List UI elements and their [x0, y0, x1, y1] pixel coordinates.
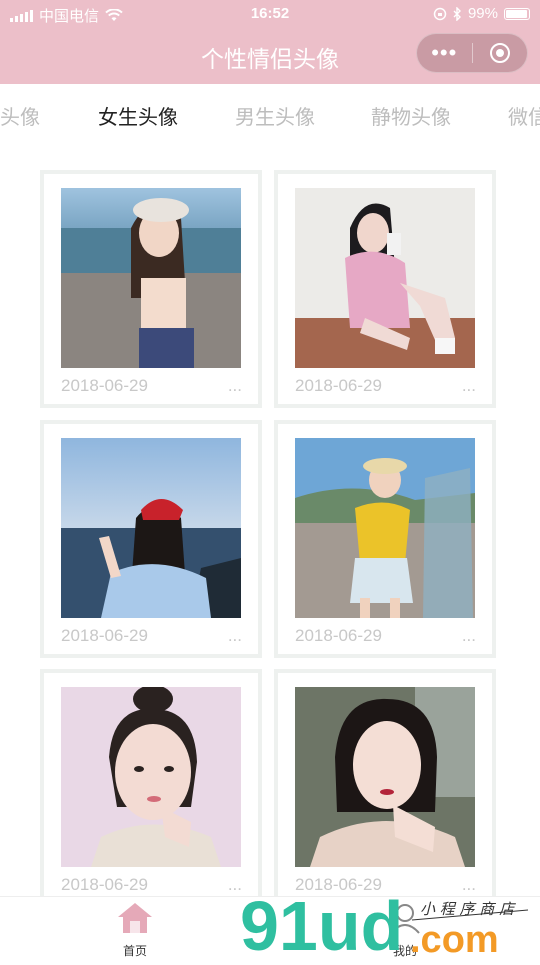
more-options-button[interactable]: ...: [462, 376, 476, 396]
avatar-photo[interactable]: [61, 687, 241, 867]
avatar-photo[interactable]: [295, 188, 475, 368]
avatar-card[interactable]: 2018-06-29 ...: [40, 170, 262, 408]
home-icon: [118, 903, 152, 933]
tab-boy-avatar[interactable]: 男生头像: [235, 101, 315, 130]
brand-watermark: 91ud .com 小 程 序 商 店: [240, 887, 540, 965]
avatar-photo[interactable]: [61, 438, 241, 618]
tab-still-life-avatar[interactable]: 静物头像: [371, 101, 451, 130]
avatar-photo[interactable]: [61, 188, 241, 368]
more-menu-button[interactable]: •••: [417, 34, 472, 72]
avatar-card[interactable]: 2018-06-29 ...: [40, 420, 262, 658]
battery-percent: 99%: [467, 5, 498, 22]
tab-wechat[interactable]: 微信: [508, 101, 540, 130]
svg-text:.com: .com: [410, 919, 499, 960]
avatar-card[interactable]: 2018-06-29 ...: [274, 170, 496, 408]
svg-text:91ud: 91ud: [240, 890, 403, 960]
target-icon: [489, 43, 510, 63]
more-options-button[interactable]: ...: [228, 626, 242, 646]
orientation-lock-icon: [433, 7, 447, 20]
nav-bar: 个性情侣头像 •••: [0, 28, 540, 84]
post-date: 2018-06-29: [61, 376, 148, 395]
tabbar-home-label: 首页: [122, 944, 147, 958]
tabbar-home[interactable]: 首页: [95, 901, 175, 959]
tab-girl-avatar[interactable]: 女生头像: [98, 101, 178, 130]
more-options-button[interactable]: ...: [228, 376, 242, 396]
brand-logo: 91ud .com 小 程 序 商 店: [240, 887, 529, 965]
post-date: 2018-06-29: [61, 875, 148, 894]
category-tabs: 头像 女生头像 男生头像 静物头像 微信: [0, 84, 540, 144]
post-date: 2018-06-29: [295, 376, 382, 395]
avatar-card[interactable]: 2018-06-29 ...: [274, 669, 496, 907]
tab-avatar[interactable]: 头像: [0, 101, 40, 130]
avatar-card[interactable]: 2018-06-29 ...: [40, 669, 262, 907]
close-miniprogram-button[interactable]: [473, 43, 528, 63]
post-date: 2018-06-29: [295, 626, 382, 645]
battery-icon: [504, 7, 530, 20]
avatar-photo[interactable]: [295, 438, 475, 618]
status-bar: 中国电信 16:52 99%: [0, 0, 540, 28]
avatar-photo[interactable]: [295, 687, 475, 867]
bluetooth-icon: [453, 6, 461, 21]
miniprogram-capsule: •••: [416, 33, 528, 73]
post-date: 2018-06-29: [61, 626, 148, 645]
more-options-button[interactable]: ...: [462, 626, 476, 646]
avatar-card[interactable]: 2018-06-29 ...: [274, 420, 496, 658]
